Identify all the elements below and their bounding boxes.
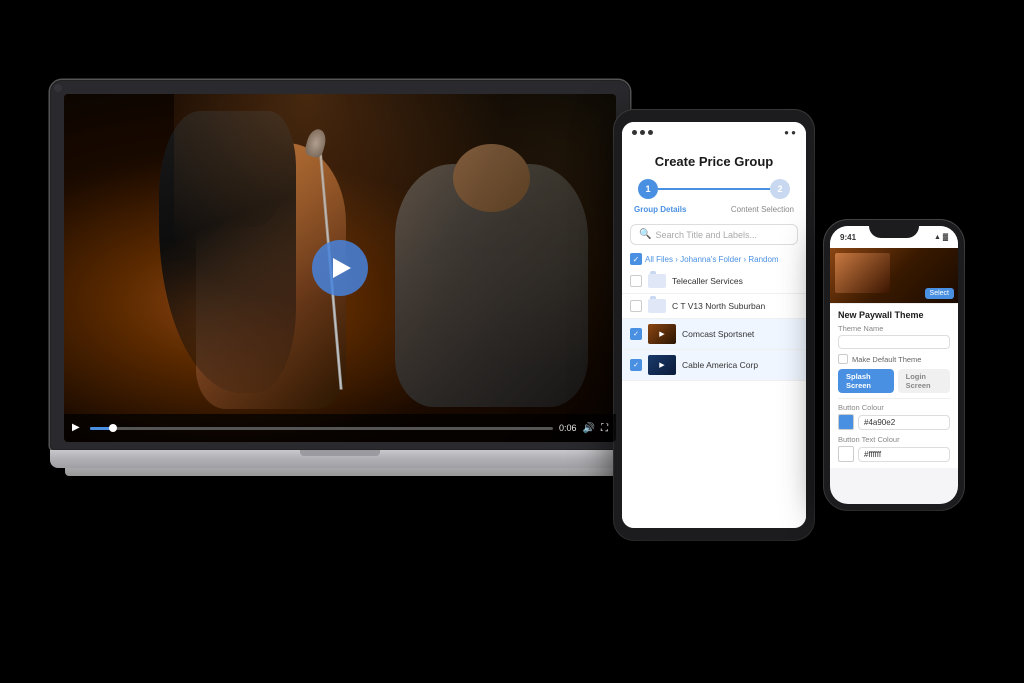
checkmark-4: ✓ bbox=[633, 361, 639, 369]
file-item-1[interactable]: Telecaller Services bbox=[622, 269, 806, 294]
button-color-row: #4a90e2 bbox=[838, 414, 950, 430]
progress-thumb bbox=[109, 424, 117, 432]
button-text-color-swatch[interactable] bbox=[838, 446, 854, 462]
volume-icon[interactable]: 🔊 bbox=[583, 423, 595, 434]
laptop-bottom bbox=[65, 468, 616, 476]
section-divider bbox=[838, 398, 950, 399]
wifi-icon: ▲ bbox=[934, 234, 941, 241]
progress-fill bbox=[90, 427, 113, 430]
file-checkbox-1[interactable] bbox=[630, 275, 642, 287]
file-item-2[interactable]: C T V13 North Suburban bbox=[622, 294, 806, 319]
progress-bar[interactable] bbox=[90, 427, 553, 430]
stage-light-2 bbox=[340, 94, 616, 372]
battery-icon: ▓ bbox=[943, 234, 948, 241]
phone-video-thumbnail: Select bbox=[830, 248, 958, 303]
search-icon: 🔍 bbox=[639, 229, 651, 240]
main-scene: ▶ 0:06 🔊 ⛶ bbox=[0, 0, 1024, 683]
phone-tabs: Splash Screen Login Screen bbox=[838, 369, 950, 393]
video-time: 0:06 bbox=[559, 423, 577, 433]
laptop-screen-outer: ▶ 0:06 🔊 ⛶ bbox=[50, 80, 630, 450]
phone-time: 9:41 bbox=[840, 233, 856, 242]
folder-icon-1 bbox=[648, 274, 666, 288]
button-text-color-label: Button Text Colour bbox=[838, 435, 950, 444]
phone-paywall-title: New Paywall Theme bbox=[838, 310, 950, 320]
tablet-status-dots bbox=[632, 130, 653, 135]
file-name-2: C T V13 North Suburban bbox=[672, 301, 798, 311]
stepper-bar: 1 2 bbox=[622, 175, 806, 205]
phone-screen: 9:41 ▲ ▓ Select New Paywall Theme Theme … bbox=[830, 226, 958, 504]
tablet-header-text: ● ● bbox=[784, 128, 796, 137]
file-name-1: Telecaller Services bbox=[672, 276, 798, 286]
check-icon: ✓ bbox=[633, 255, 640, 264]
search-bar[interactable]: 🔍 Search Title and Labels... bbox=[630, 224, 798, 245]
default-theme-checkbox[interactable] bbox=[838, 354, 848, 364]
signal-dot-1 bbox=[632, 130, 637, 135]
phone-indicators: ▲ ▓ bbox=[934, 234, 948, 241]
breadcrumb-text: All Files › Johanna's Folder › Random bbox=[645, 255, 779, 264]
breadcrumb-checkbox[interactable]: ✓ bbox=[630, 253, 642, 265]
theme-name-label: Theme Name bbox=[838, 324, 950, 333]
video-play-button[interactable] bbox=[312, 240, 368, 296]
file-checkbox-4[interactable]: ✓ bbox=[630, 359, 642, 371]
tablet-modal-title: Create Price Group bbox=[622, 142, 806, 175]
step-2-label: Content Selection bbox=[731, 205, 794, 214]
button-text-color-value[interactable]: #ffffff bbox=[858, 447, 950, 462]
tablet-status-bar: ● ● bbox=[622, 122, 806, 142]
fullscreen-icon[interactable]: ⛶ bbox=[601, 423, 608, 434]
folder-icon-2 bbox=[648, 299, 666, 313]
button-color-label: Button Colour bbox=[838, 403, 950, 412]
file-name-3: Comcast Sportsnet bbox=[682, 329, 798, 339]
default-theme-label: Make Default Theme bbox=[852, 355, 921, 364]
default-theme-row: Make Default Theme bbox=[838, 354, 950, 364]
step-line bbox=[658, 188, 770, 190]
step-1-label: Group Details bbox=[634, 205, 686, 214]
file-thumb-3 bbox=[648, 324, 676, 344]
search-placeholder-text: Search Title and Labels... bbox=[655, 230, 757, 240]
login-screen-tab[interactable]: Login Screen bbox=[898, 369, 950, 393]
button-color-swatch[interactable] bbox=[838, 414, 854, 430]
play-pause-control[interactable]: ▶ bbox=[72, 422, 84, 434]
signal-dot-2 bbox=[640, 130, 645, 135]
file-checkbox-2[interactable] bbox=[630, 300, 642, 312]
theme-name-input[interactable] bbox=[838, 335, 950, 349]
laptop-hinge bbox=[300, 450, 380, 456]
laptop-device: ▶ 0:06 🔊 ⛶ bbox=[50, 80, 630, 500]
laptop-base bbox=[50, 450, 630, 468]
tablet-content: Create Price Group 1 2 Group Details Con… bbox=[622, 142, 806, 528]
video-content: ▶ 0:06 🔊 ⛶ bbox=[64, 94, 616, 442]
button-text-color-row: #ffffff bbox=[838, 446, 950, 462]
step-labels: Group Details Content Selection bbox=[622, 205, 806, 220]
laptop-screen-inner: ▶ 0:06 🔊 ⛶ bbox=[64, 94, 616, 442]
phone-video-overlay-button[interactable]: Select bbox=[925, 288, 954, 299]
file-checkbox-3[interactable]: ✓ bbox=[630, 328, 642, 340]
phone-paywall-section: New Paywall Theme Theme Name Make Defaul… bbox=[830, 303, 958, 468]
file-item-3[interactable]: ✓ Comcast Sportsnet bbox=[622, 319, 806, 350]
video-controls-bar: ▶ 0:06 🔊 ⛶ bbox=[64, 414, 616, 442]
text-color-hex-value: #ffffff bbox=[864, 450, 881, 459]
tablet-device: ● ● Create Price Group 1 2 Group Details bbox=[614, 110, 814, 540]
breadcrumb-row: ✓ All Files › Johanna's Folder › Random bbox=[622, 249, 806, 269]
file-item-4[interactable]: ✓ Cable America Corp bbox=[622, 350, 806, 381]
splash-screen-tab[interactable]: Splash Screen bbox=[838, 369, 894, 393]
button-color-value[interactable]: #4a90e2 bbox=[858, 415, 950, 430]
color-hex-value: #4a90e2 bbox=[864, 418, 895, 427]
step-1-circle: 1 bbox=[638, 179, 658, 199]
tablet-screen: ● ● Create Price Group 1 2 Group Details bbox=[622, 122, 806, 528]
step-2-circle: 2 bbox=[770, 179, 790, 199]
checkmark-3: ✓ bbox=[633, 330, 639, 338]
file-thumb-4 bbox=[648, 355, 676, 375]
file-name-4: Cable America Corp bbox=[682, 360, 798, 370]
signal-dot-3 bbox=[648, 130, 653, 135]
phone-device: 9:41 ▲ ▓ Select New Paywall Theme Theme … bbox=[824, 220, 964, 510]
phone-notch bbox=[869, 220, 919, 238]
phone-video-preview bbox=[835, 253, 890, 293]
play-icon bbox=[333, 258, 351, 278]
